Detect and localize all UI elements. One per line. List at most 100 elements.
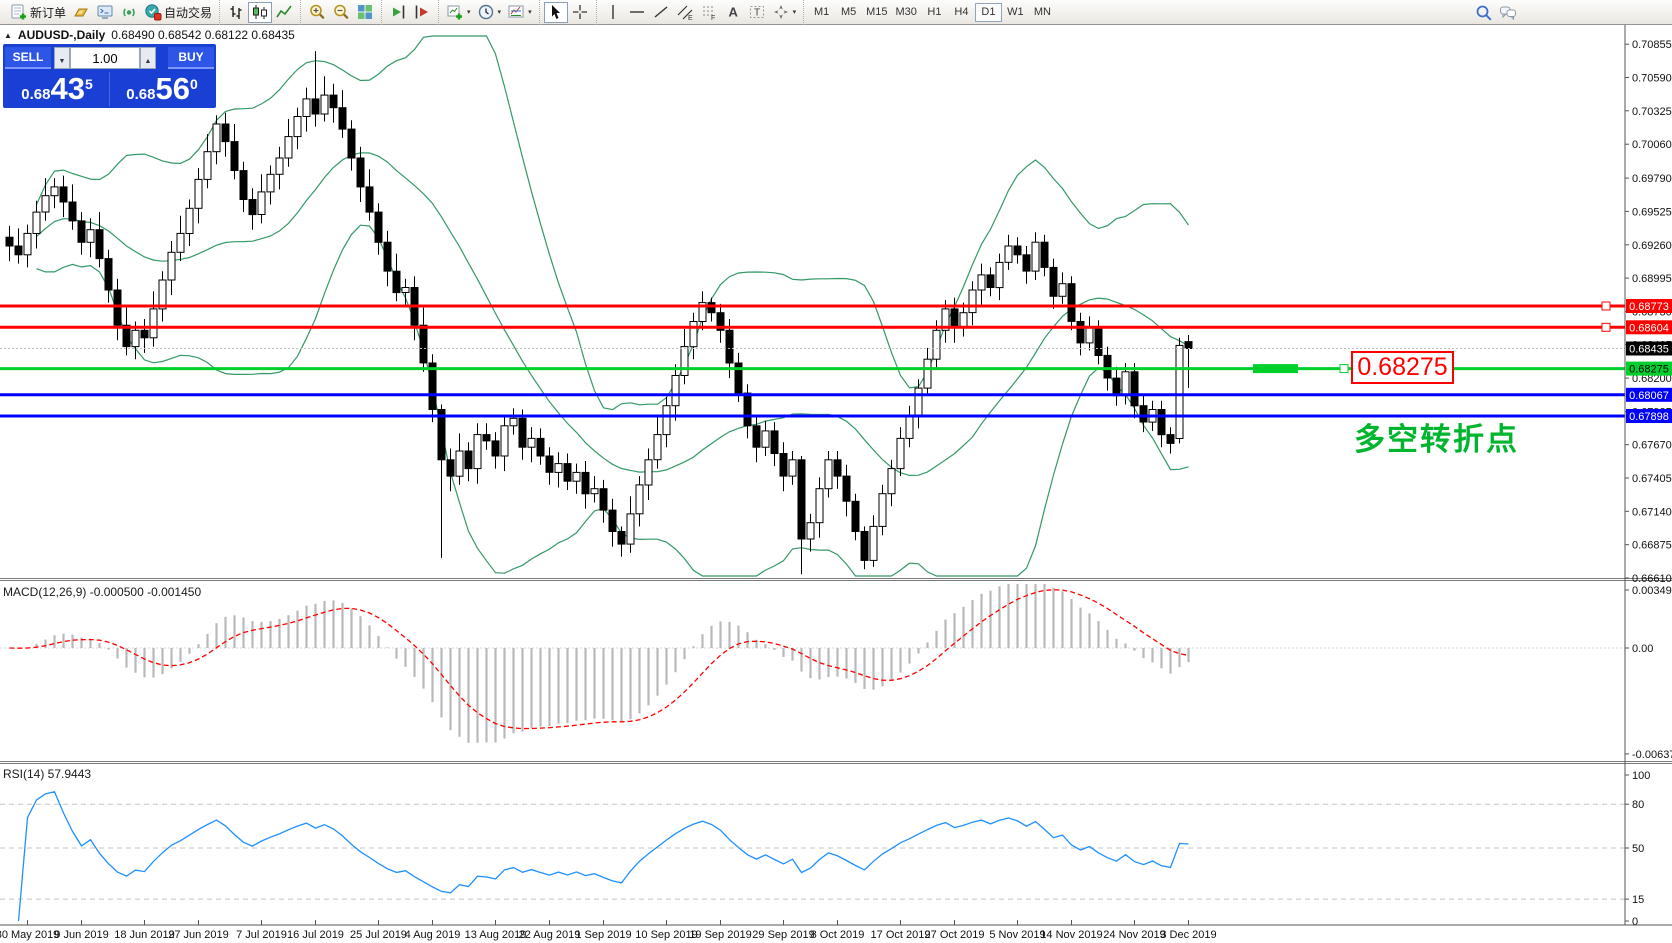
volume-decrease-button[interactable]: ▼ (54, 47, 70, 69)
zoom-out-button[interactable] (329, 2, 353, 23)
svg-text:0.68435: 0.68435 (1629, 344, 1669, 356)
new-order-icon (10, 3, 28, 21)
timeframe-mn-button[interactable]: MN (1029, 3, 1056, 22)
buy-button[interactable]: BUY (168, 47, 214, 69)
timeframe-d1-button[interactable]: D1 (975, 3, 1002, 22)
chart-canvas[interactable]: 0.708550.705900.703250.700600.697900.695… (0, 25, 1672, 943)
svg-text:3 Dec 2019: 3 Dec 2019 (1160, 929, 1216, 941)
collapse-panel-icon[interactable]: ▲ (4, 31, 12, 40)
sell-price[interactable]: 0.68435 (5, 72, 109, 106)
svg-text:100: 100 (1632, 770, 1650, 782)
buy-price-big: 56 (155, 72, 189, 106)
horizontal-line-button[interactable] (625, 2, 649, 23)
chart-candles-button[interactable] (248, 2, 272, 23)
cursor-icon (547, 3, 565, 21)
svg-text:0.68067: 0.68067 (1629, 390, 1669, 402)
timeframe-m30-button[interactable]: M30 (892, 3, 921, 22)
svg-text:27 Jun 2019: 27 Jun 2019 (168, 929, 229, 941)
text-icon: A (724, 3, 742, 21)
signals-button[interactable] (117, 2, 141, 23)
autotrading-button-label: 自动交易 (164, 4, 212, 21)
timeframe-h4-button[interactable]: H4 (948, 3, 975, 22)
zoom-in-icon (308, 3, 326, 21)
autotrading-button[interactable]: 自动交易 (141, 2, 215, 23)
dropdown-caret-icon: ▾ (793, 8, 797, 16)
zoom-in-button[interactable] (305, 2, 329, 23)
auto-scroll-button[interactable] (386, 2, 410, 23)
fibonacci-button[interactable]: F (697, 2, 721, 23)
toolbar-right-group (1468, 0, 1524, 25)
toolbar-group-4: ▾▾▾ (438, 0, 539, 25)
hline-handle[interactable] (1602, 302, 1610, 310)
sell-button[interactable]: SELL (5, 47, 51, 69)
svg-text:0.00: 0.00 (1632, 643, 1653, 655)
timeframe-h1-button[interactable]: H1 (921, 3, 948, 22)
search-button[interactable] (1472, 2, 1496, 23)
indicators-button[interactable]: ▾ (443, 2, 474, 23)
line-chart-icon (275, 3, 293, 21)
community-button[interactable] (1496, 2, 1520, 23)
channel-button[interactable]: E (673, 2, 697, 23)
metaeditor-button[interactable] (93, 2, 117, 23)
volume-increase-button[interactable]: ▲ (140, 47, 156, 69)
svg-text:16 Jul 2019: 16 Jul 2019 (287, 929, 344, 941)
svg-text:0: 0 (1632, 916, 1638, 928)
svg-text:0.67140: 0.67140 (1632, 506, 1672, 518)
svg-text:18 Jun 2019: 18 Jun 2019 (114, 929, 175, 941)
timeframe-w1-button[interactable]: W1 (1002, 3, 1029, 22)
svg-text:0.70855: 0.70855 (1632, 39, 1672, 51)
svg-text:0.70060: 0.70060 (1632, 139, 1672, 151)
candles-layer (6, 51, 1192, 574)
svg-text:0.00349: 0.00349 (1632, 585, 1672, 597)
svg-text:25 Jul 2019: 25 Jul 2019 (350, 929, 407, 941)
chart-line-button[interactable] (272, 2, 296, 23)
new-order-button[interactable]: 新订单 (7, 2, 69, 23)
arrows-button[interactable]: ▾ (769, 2, 800, 23)
bollinger-middle-line (37, 153, 1189, 476)
svg-text:0.68773: 0.68773 (1629, 301, 1669, 313)
time-axis[interactable]: 30 May 20199 Jun 201918 Jun 201927 Jun 2… (0, 920, 1672, 941)
svg-text:0.68995: 0.68995 (1632, 273, 1672, 285)
svg-text:0.68604: 0.68604 (1629, 322, 1669, 334)
buy-price-sup: 0 (190, 76, 198, 92)
timeframe-m15-button[interactable]: M15 (862, 3, 891, 22)
buy-price[interactable]: 0.68560 (110, 72, 214, 106)
templates-button[interactable]: ▾ (504, 2, 535, 23)
chart-shift-button[interactable] (410, 2, 434, 23)
svg-text:0.67898: 0.67898 (1629, 411, 1669, 423)
hline-selection-handle[interactable] (1253, 364, 1298, 373)
timeframe-m1-button[interactable]: M1 (808, 3, 835, 22)
tile-windows-button[interactable] (353, 2, 377, 23)
toolbar-group-6: EFAT ▾ (596, 0, 804, 25)
svg-text:1 Sep 2019: 1 Sep 2019 (575, 929, 631, 941)
trendline-button[interactable] (649, 2, 673, 23)
chart-bars-button[interactable] (224, 2, 248, 23)
deposit-button[interactable] (69, 2, 93, 23)
template-icon (507, 3, 525, 21)
hline-handle[interactable] (1602, 323, 1610, 331)
chart-ohlc-values: 0.68490 0.68542 0.68122 0.68435 (111, 28, 295, 42)
toolbar: 新订单自动交易▾▾▾EFAT▾M1M5M15M30H1H4D1W1MN (0, 0, 1672, 25)
periods-button[interactable]: ▾ (474, 2, 505, 23)
svg-text:7 Jul 2019: 7 Jul 2019 (236, 929, 287, 941)
equidistant-channel-icon: E (676, 3, 694, 21)
text-button[interactable]: A (721, 2, 745, 23)
buy-price-base: 0.68 (126, 86, 155, 103)
text-label-button[interactable]: T (745, 2, 769, 23)
horizontal-line-icon (628, 3, 646, 21)
hline-handle[interactable] (1340, 365, 1348, 373)
chinese-annotation-text[interactable]: 多空转折点 (1354, 414, 1519, 459)
chart-window: 0.708550.705900.703250.700600.697900.695… (0, 25, 1672, 943)
price-axis[interactable]: 0.708550.705900.703250.700600.697900.695… (1625, 25, 1672, 928)
svg-text:0.69525: 0.69525 (1632, 206, 1672, 218)
price-callout-label[interactable]: 0.68275 (1351, 351, 1454, 384)
crosshair-button[interactable] (568, 2, 592, 23)
chart-shift-icon (413, 3, 431, 21)
timeframe-m5-button[interactable]: M5 (835, 3, 862, 22)
vertical-line-button[interactable] (601, 2, 625, 23)
volume-input[interactable] (70, 47, 140, 69)
cursor-button[interactable] (544, 2, 568, 23)
macd-panel (0, 584, 1625, 743)
svg-text:0.68275: 0.68275 (1629, 364, 1669, 376)
candlestick-chart-icon (251, 3, 269, 21)
